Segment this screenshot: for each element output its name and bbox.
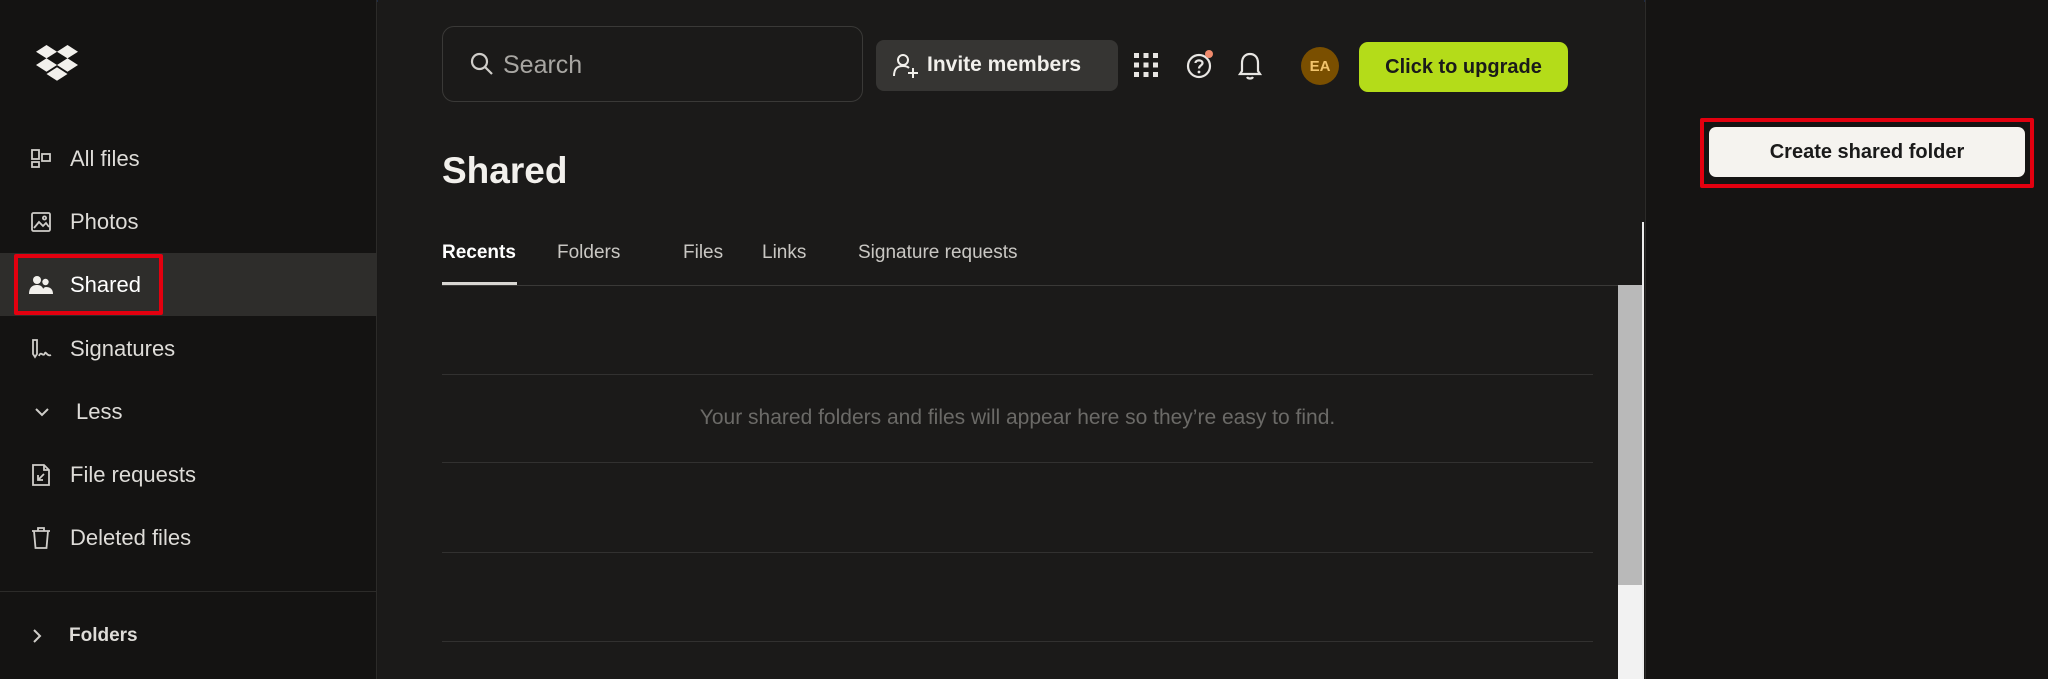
tab-recents[interactable]: Recents bbox=[442, 242, 516, 264]
list-row-divider bbox=[442, 462, 1593, 463]
page-title: Shared bbox=[442, 150, 568, 191]
sidebar-item-label: Less bbox=[76, 398, 123, 424]
highlight-box bbox=[14, 254, 163, 315]
tabs-divider bbox=[442, 285, 1644, 286]
add-user-icon bbox=[892, 53, 920, 84]
right-panel bbox=[1645, 0, 2048, 679]
chevron-down-icon bbox=[30, 400, 54, 424]
invite-members-label: Invite members bbox=[927, 53, 1082, 76]
sidebar-item-folders[interactable]: Folders bbox=[0, 612, 377, 662]
search-input[interactable] bbox=[503, 45, 843, 85]
upgrade-button[interactable]: Click to upgrade bbox=[1359, 42, 1568, 92]
dropbox-logo-icon[interactable] bbox=[36, 44, 78, 84]
photo-icon bbox=[29, 210, 53, 234]
sidebar-item-photos[interactable]: Photos bbox=[0, 190, 377, 253]
sidebar-item-all-files[interactable]: All files bbox=[0, 127, 377, 190]
tab-folders[interactable]: Folders bbox=[557, 242, 620, 264]
apps-grid-icon[interactable] bbox=[1132, 51, 1160, 79]
notification-bell-icon[interactable] bbox=[1235, 49, 1265, 81]
empty-state-message: Your shared folders and files will appea… bbox=[699, 406, 1336, 429]
tab-files[interactable]: Files bbox=[683, 242, 723, 264]
all-files-icon bbox=[29, 147, 53, 171]
trash-icon bbox=[29, 526, 53, 550]
help-icon[interactable] bbox=[1184, 49, 1216, 81]
signature-icon bbox=[29, 337, 53, 361]
tab-signature-requests[interactable]: Signature requests bbox=[858, 242, 1018, 264]
sidebar-divider bbox=[0, 591, 377, 592]
sidebar-item-signatures[interactable]: Signatures bbox=[0, 317, 377, 380]
content-edge bbox=[1642, 222, 1644, 679]
list-row-divider bbox=[442, 374, 1593, 375]
sidebar-item-label: Signatures bbox=[70, 335, 176, 361]
tab-links[interactable]: Links bbox=[762, 242, 806, 264]
sidebar: All files Photos Shared Signatures Less … bbox=[0, 0, 377, 679]
sidebar-item-less[interactable]: Less bbox=[0, 380, 377, 443]
sidebar-item-label: Photos bbox=[70, 208, 139, 234]
file-request-icon bbox=[29, 463, 53, 487]
sidebar-item-label: All files bbox=[70, 145, 140, 171]
sidebar-item-label: File requests bbox=[70, 461, 196, 487]
main-content: Invite members EA Click to upgrade Share… bbox=[378, 0, 1644, 679]
chevron-right-icon bbox=[30, 626, 44, 651]
sidebar-item-deleted-files[interactable]: Deleted files bbox=[0, 506, 377, 569]
avatar[interactable]: EA bbox=[1301, 47, 1339, 85]
sidebar-item-file-requests[interactable]: File requests bbox=[0, 443, 377, 506]
list-row-divider bbox=[442, 641, 1593, 642]
highlight-box bbox=[1700, 118, 2034, 188]
list-row-divider bbox=[442, 552, 1593, 553]
folders-label: Folders bbox=[69, 625, 138, 646]
sidebar-item-label: Deleted files bbox=[70, 524, 192, 550]
search-box[interactable] bbox=[442, 26, 863, 102]
scrollbar-thumb[interactable] bbox=[1618, 285, 1642, 585]
search-icon bbox=[469, 51, 495, 82]
invite-members-button[interactable]: Invite members bbox=[876, 40, 1118, 91]
